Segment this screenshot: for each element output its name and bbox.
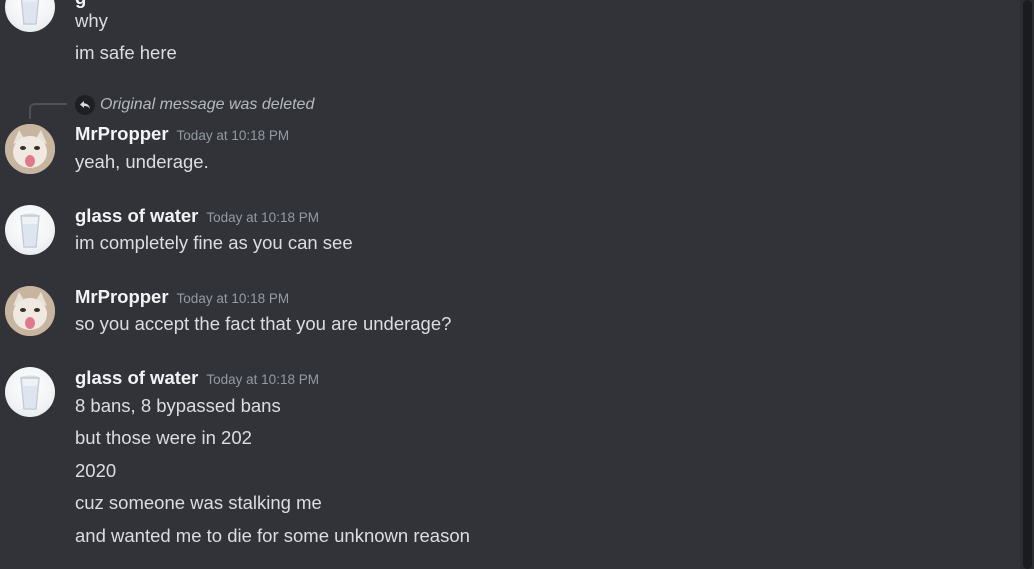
- username[interactable]: glass of water: [75, 205, 198, 226]
- message-line: yeah, underage.: [75, 151, 209, 172]
- timestamp[interactable]: Today at 10:18 PM: [206, 372, 319, 387]
- glass-of-water-avatar-icon: [20, 375, 40, 410]
- avatar-glass-of-water[interactable]: [5, 367, 55, 417]
- timestamp[interactable]: Today at 10:18 PM: [177, 128, 290, 143]
- timestamp[interactable]: Today at 10:18 PM: [206, 210, 319, 225]
- reply-connector: [29, 103, 67, 119]
- reply-deleted-text[interactable]: Original message was deleted: [100, 93, 314, 117]
- message-header: MrPropper Today at 10:18 PM: [75, 285, 289, 311]
- username[interactable]: glass of water: [75, 367, 198, 388]
- message-header: glass of water Today at 10:18 PM: [75, 366, 319, 392]
- cat-avatar-icon: [5, 286, 55, 336]
- message-header: MrPropper Today at 10:18 PM: [75, 122, 289, 148]
- message-line: but those were in 202: [75, 427, 252, 448]
- scrollbar-thumb[interactable]: [1023, 0, 1032, 569]
- message-line: why: [75, 10, 108, 31]
- timestamp[interactable]: Today at 10:18 PM: [177, 291, 290, 306]
- message-line: 8 bans, 8 bypassed bans: [75, 395, 281, 416]
- scrollbar-track[interactable]: [1020, 0, 1034, 569]
- chat-messages: g why im safe here Original message was …: [0, 0, 1034, 569]
- message-line: so you accept the fact that you are unde…: [75, 313, 452, 334]
- avatar-mrpropper[interactable]: [5, 124, 55, 174]
- message-header: glass of water Today at 10:18 PM: [75, 204, 319, 230]
- reply-icon: [75, 95, 95, 115]
- message-line: cuz someone was stalking me: [75, 492, 322, 513]
- avatar-glass-of-water[interactable]: [5, 0, 55, 32]
- username-cut-off: g: [75, 0, 86, 8]
- glass-of-water-avatar-icon: [20, 213, 40, 248]
- avatar-glass-of-water[interactable]: [5, 205, 55, 255]
- username[interactable]: MrPropper: [75, 123, 169, 144]
- message-line: and wanted me to die for some unknown re…: [75, 525, 470, 546]
- message-line: 2020: [75, 460, 117, 481]
- message-line: im safe here: [75, 42, 177, 63]
- avatar-mrpropper[interactable]: [5, 286, 55, 336]
- glass-of-water-avatar-icon: [20, 0, 40, 25]
- message-line: im completely fine as you can see: [75, 232, 353, 253]
- cat-avatar-icon: [5, 124, 55, 174]
- username[interactable]: MrPropper: [75, 286, 169, 307]
